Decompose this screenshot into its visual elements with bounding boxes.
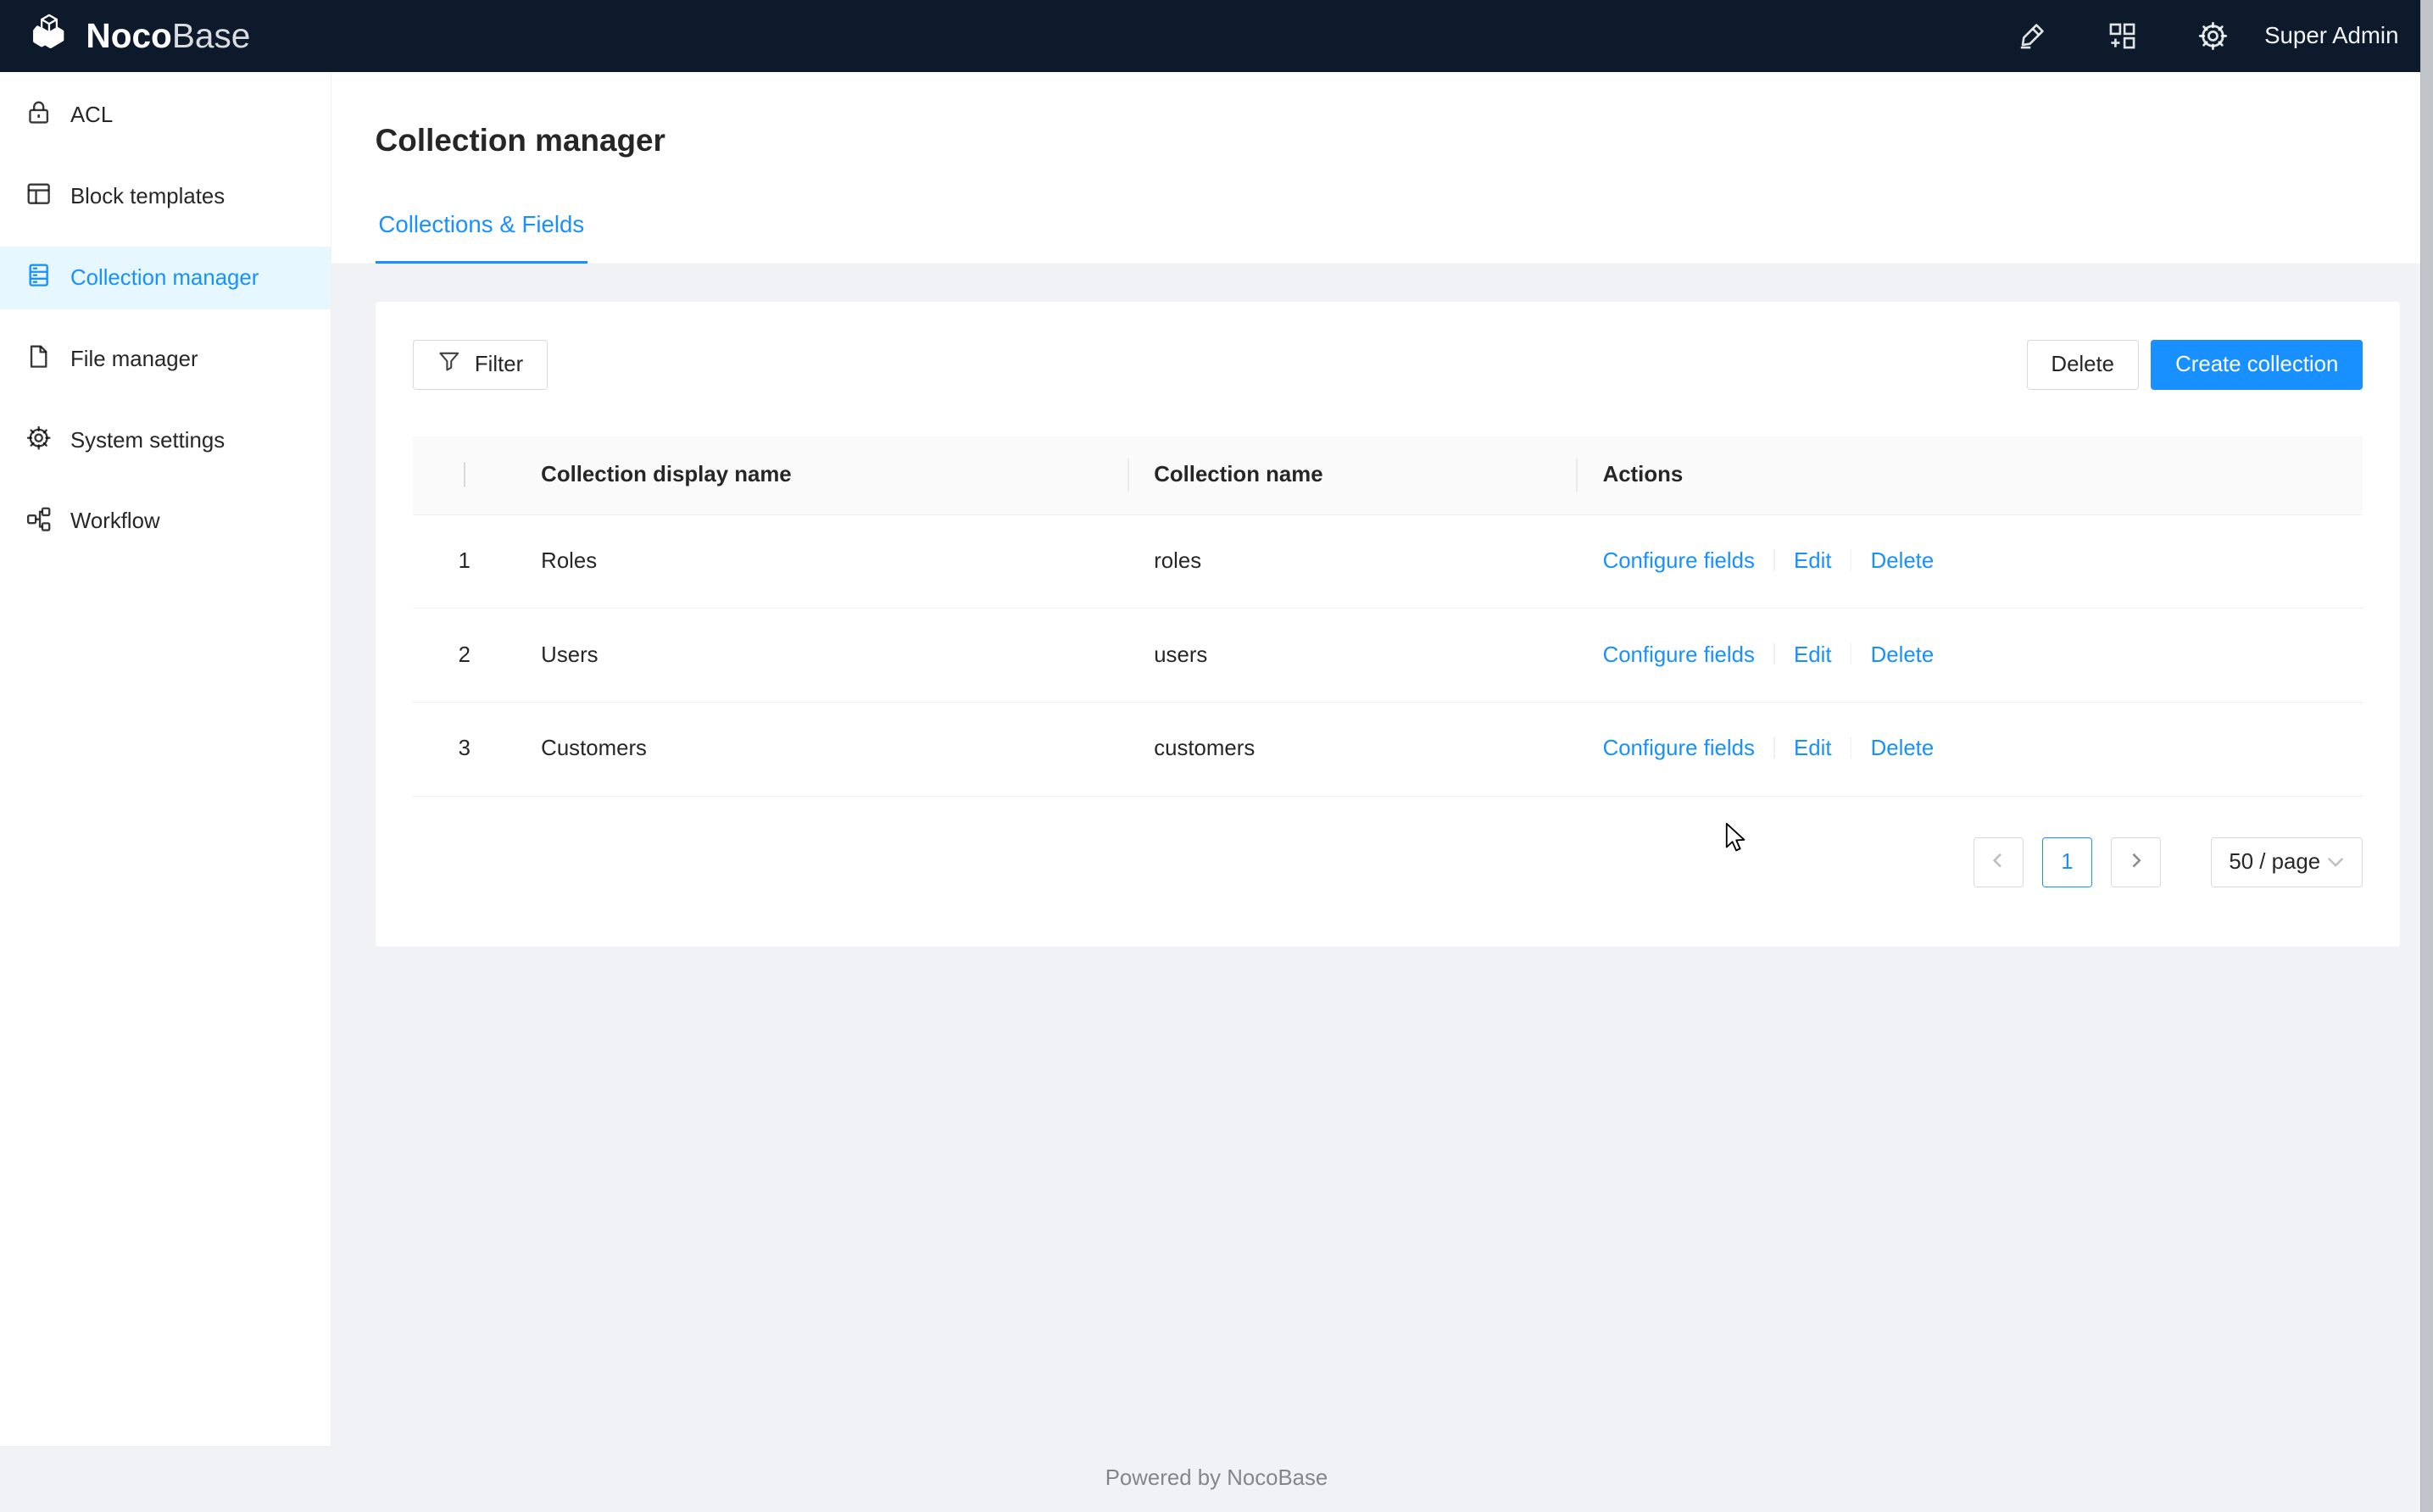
sidebar-item-label: Collection manager — [70, 266, 259, 291]
tabs-bar: Collections & Fields — [376, 209, 2390, 264]
nocobase-cube-icon — [28, 11, 72, 61]
layout-icon — [25, 181, 52, 213]
chevron-down-icon — [2327, 857, 2344, 868]
highlighter-icon[interactable] — [1986, 0, 2077, 72]
sidebar-item-block-templates[interactable]: Block templates — [0, 165, 331, 228]
sidebar-item-system-settings[interactable]: System settings — [0, 409, 331, 472]
cell-display-name: Customers — [516, 702, 1129, 796]
page-header: Collection manager Collections & Fields — [331, 72, 2433, 264]
partition-icon — [25, 506, 52, 538]
page-size-value: 50 / page — [2229, 850, 2320, 875]
user-menu[interactable]: Super Admin — [2264, 22, 2408, 49]
sidebar-item-workflow[interactable]: Workflow — [0, 491, 331, 553]
row-index: 1 — [413, 514, 516, 609]
sidebar-item-acl[interactable]: ACL — [0, 85, 331, 147]
edit-link[interactable]: Edit — [1794, 643, 1831, 667]
divider — [1773, 643, 1775, 665]
table-row: 1 Roles roles Configure fields Edit Delete — [413, 514, 2363, 609]
table-toolbar: Filter Delete Create collection — [413, 340, 2363, 390]
edit-link[interactable]: Edit — [1794, 549, 1831, 573]
edit-link[interactable]: Edit — [1794, 737, 1831, 760]
column-header-name: Collection name — [1129, 436, 1578, 514]
sidebar-item-label: System settings — [70, 429, 225, 453]
create-collection-button[interactable]: Create collection — [2151, 340, 2363, 390]
delete-button[interactable]: Delete — [2027, 340, 2139, 390]
divider — [1773, 549, 1775, 571]
divider — [1851, 549, 1852, 571]
toolbar-right-actions: Delete Create collection — [2027, 340, 2363, 390]
database-icon — [25, 262, 52, 294]
cell-display-name: Roles — [516, 514, 1129, 609]
pagination-prev-button[interactable] — [1974, 837, 2024, 887]
row-index: 2 — [413, 609, 516, 703]
app-window: NocoBase — [0, 0, 2433, 1512]
file-icon — [25, 343, 52, 375]
cell-name: roles — [1129, 514, 1578, 609]
chevron-right-icon — [2128, 850, 2143, 875]
select-all-header-cell — [413, 436, 516, 514]
lock-icon — [25, 99, 52, 131]
filter-button-label: Filter — [475, 353, 523, 377]
delete-link[interactable]: Delete — [1871, 549, 1935, 573]
cell-actions: Configure fields Edit Delete — [1578, 514, 2363, 609]
divider — [1851, 643, 1852, 665]
filter-button[interactable]: Filter — [413, 340, 548, 390]
page-title: Collection manager — [376, 119, 2390, 163]
configure-fields-link[interactable]: Configure fields — [1603, 549, 1755, 573]
table-row: 2 Users users Configure fields Edit Delete — [413, 609, 2363, 703]
page-footer: Powered by NocoBase — [0, 1446, 2433, 1511]
cell-name: customers — [1129, 702, 1578, 796]
sidebar-item-label: File manager — [70, 347, 198, 372]
sidebar-item-label: Block templates — [70, 185, 225, 209]
pagination: 1 50 / page — [413, 837, 2363, 887]
top-header-bar: NocoBase — [0, 0, 2433, 72]
pagination-page-1[interactable]: 1 — [2042, 837, 2092, 887]
table-header-row: Collection display name Collection name … — [413, 436, 2363, 514]
column-header-actions: Actions — [1578, 436, 2363, 514]
tab-collections-fields[interactable]: Collections & Fields — [376, 209, 587, 264]
configure-fields-link[interactable]: Configure fields — [1603, 737, 1755, 760]
cell-actions: Configure fields Edit Delete — [1578, 702, 2363, 796]
sidebar-nav: ACL Block templates — [0, 72, 331, 1446]
brand-logo[interactable]: NocoBase — [28, 11, 250, 61]
settings-icon[interactable] — [2168, 0, 2258, 72]
appstore-add-icon[interactable] — [2077, 0, 2168, 72]
column-header-display-name: Collection display name — [516, 436, 1129, 514]
cell-actions: Configure fields Edit Delete — [1578, 609, 2363, 703]
brand-name: NocoBase — [86, 19, 250, 53]
layout-body: ACL Block templates — [0, 72, 2433, 1446]
sidebar-item-file-manager[interactable]: File manager — [0, 328, 331, 391]
collections-table: Collection display name Collection name … — [413, 436, 2363, 797]
header-actions: Super Admin — [1986, 0, 2408, 72]
delete-link[interactable]: Delete — [1871, 643, 1935, 667]
row-index: 3 — [413, 702, 516, 796]
powered-by-text: Powered by NocoBase — [1105, 1466, 1328, 1491]
table-row: 3 Customers customers Configure fields Ed… — [413, 702, 2363, 796]
vertical-scrollbar[interactable] — [2420, 0, 2433, 1512]
cell-display-name: Users — [516, 609, 1129, 703]
divider — [1773, 737, 1775, 759]
chevron-left-icon — [1990, 850, 2006, 875]
pagination-next-button[interactable] — [2111, 837, 2161, 887]
divider — [1851, 737, 1852, 759]
sidebar-item-label: ACL — [70, 103, 113, 128]
select-all-checkbox[interactable] — [464, 462, 465, 487]
main-content: Collection manager Collections & Fields … — [331, 72, 2433, 1446]
sidebar-item-label: Workflow — [70, 509, 160, 534]
collections-card: Filter Delete Create collection — [376, 302, 2401, 946]
gear-icon — [25, 425, 52, 457]
delete-link[interactable]: Delete — [1871, 737, 1935, 760]
configure-fields-link[interactable]: Configure fields — [1603, 643, 1755, 667]
filter-icon — [437, 350, 461, 380]
cell-name: users — [1129, 609, 1578, 703]
sidebar-item-collection-manager[interactable]: Collection manager — [0, 247, 331, 309]
page-size-select[interactable]: 50 / page — [2211, 837, 2363, 887]
